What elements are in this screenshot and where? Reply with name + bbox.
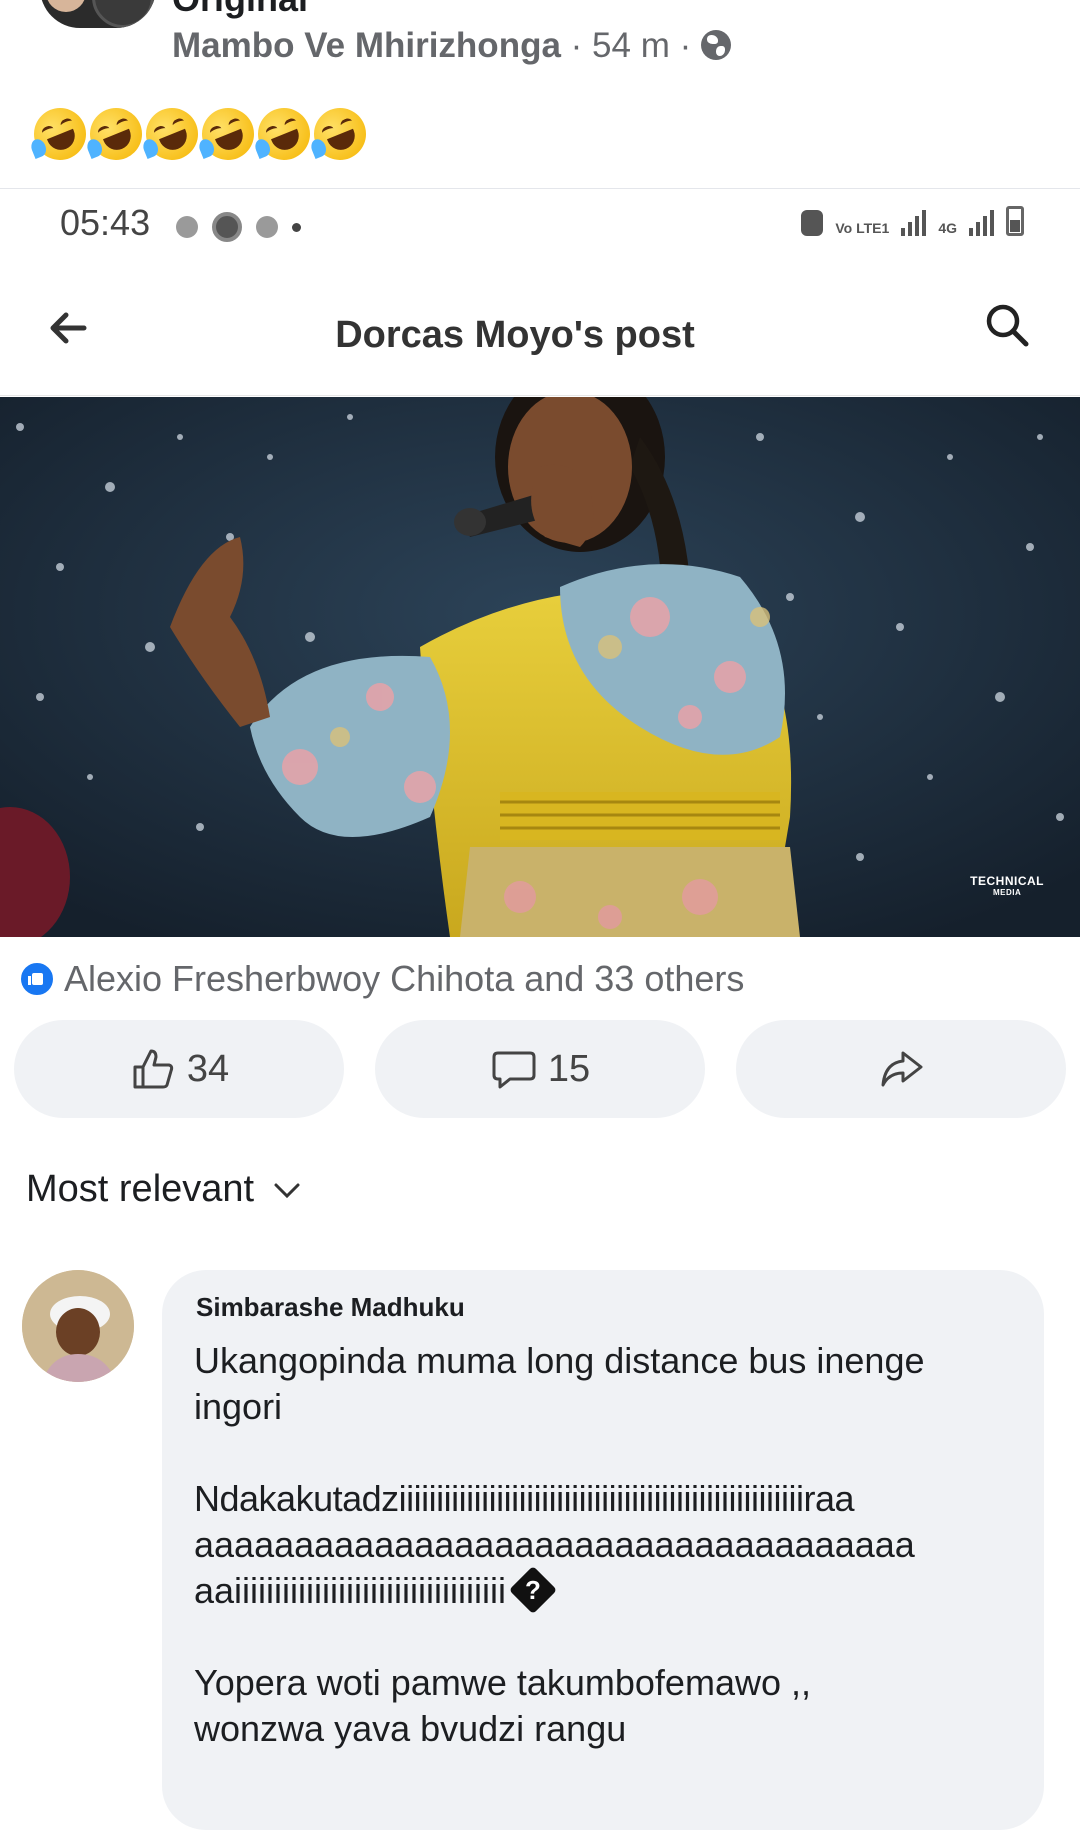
post-title-partial: Original (172, 0, 308, 20)
alarm-icon (801, 210, 824, 236)
post-time[interactable]: 54 m (592, 26, 670, 65)
like-reaction-icon (18, 960, 56, 998)
rolling-on-floor-laughing-emoji (82, 100, 150, 168)
notification-icon (176, 216, 198, 238)
thumbs-up-icon (133, 1049, 174, 1089)
comment-text-line: Ukangopinda muma long distance bus ineng… (194, 1340, 925, 1381)
comment-text-line: aaiiiiiiiiiiiiiiiiiiiiiiiiiiiiiiiiii? (194, 1565, 558, 1615)
comment-text-line: Ndakakutadziiiiiiiiiiiiiiiiiiiiiiiiiiiii… (194, 1478, 855, 1519)
comment-icon (492, 1051, 536, 1089)
action-bar: 34 15 (14, 1020, 1066, 1120)
rolling-on-floor-laughing-emoji (250, 100, 318, 168)
comment-bubble: Simbarashe Madhuku Ukangopinda muma long… (162, 1270, 1044, 1830)
reaction-summary[interactable]: Alexio Fresherbwoy Chihota and 33 others (18, 958, 744, 1000)
outer-post-header: Original Mambo Ve Mhirizhonga · 54 m · (0, 0, 1080, 190)
share-button[interactable] (736, 1020, 1066, 1118)
rolling-on-floor-laughing-emoji (138, 100, 206, 168)
like-count: 34 (186, 1047, 230, 1090)
unknown-glyph-icon: ? (508, 1565, 558, 1615)
page-name-link[interactable]: Mambo Ve Mhirizhonga (172, 26, 561, 65)
battery-icon (1006, 206, 1024, 236)
system-icons: Vo LTE1 4G (801, 206, 1024, 236)
comment-button[interactable]: 15 (375, 1020, 705, 1118)
rolling-on-floor-laughing-emoji (306, 100, 374, 168)
network-type-label: 4G (938, 220, 957, 236)
commenter-avatar[interactable] (22, 1270, 134, 1382)
shared-screenshot: 05:43 Vo LTE1 4G Dorcas Moyo's post TECH… (0, 190, 1080, 1830)
comment-text-line: ingori (194, 1386, 283, 1427)
signal-icon (901, 206, 927, 236)
singer-photo (0, 397, 1080, 937)
app-bar: Dorcas Moyo's post (0, 270, 1080, 396)
comment-text-line: wonzwa yava bvudzi rangu (194, 1708, 627, 1749)
sort-label: Most relevant (26, 1168, 255, 1210)
volte-label: Vo LTE1 (835, 220, 890, 236)
share-icon (881, 1051, 923, 1087)
notification-icons (176, 212, 301, 242)
like-button[interactable]: 34 (14, 1020, 344, 1118)
post-text-emojis (26, 100, 374, 168)
chrome-icon (212, 212, 242, 242)
page-title: Dorcas Moyo's post (335, 314, 695, 356)
globe-icon (700, 30, 731, 60)
divider (0, 188, 1080, 189)
search-icon[interactable] (982, 300, 1032, 350)
notification-icon (256, 216, 278, 238)
rolling-on-floor-laughing-emoji (194, 100, 262, 168)
post-meta: Mambo Ve Mhirizhonga · 54 m · (172, 26, 731, 66)
comment-text-line: aaaaaaaaaaaaaaaaaaaaaaaaaaaaaaaaaaaa (194, 1524, 915, 1565)
comment-author[interactable]: Simbarashe Madhuku (196, 1292, 465, 1323)
reaction-summary-text: Alexio Fresherbwoy Chihota and 33 others (64, 958, 745, 999)
rolling-on-floor-laughing-emoji (26, 100, 94, 168)
comment-sort-dropdown[interactable]: Most relevant (26, 1168, 302, 1211)
page-avatar[interactable] (40, 0, 156, 28)
photo-watermark: TECHNICAL MEDIA (970, 874, 1044, 897)
comment-count: 15 (547, 1047, 591, 1090)
comment-text-line: Yopera woti pamwe takumbofemawo ,, (194, 1662, 811, 1703)
post-photo[interactable]: TECHNICAL MEDIA (0, 397, 1080, 937)
signal-icon (969, 206, 994, 236)
status-bar: 05:43 Vo LTE1 4G (0, 190, 1080, 270)
chevron-down-icon (274, 1183, 300, 1198)
more-dot-icon (292, 222, 301, 232)
status-time: 05:43 (60, 202, 151, 243)
